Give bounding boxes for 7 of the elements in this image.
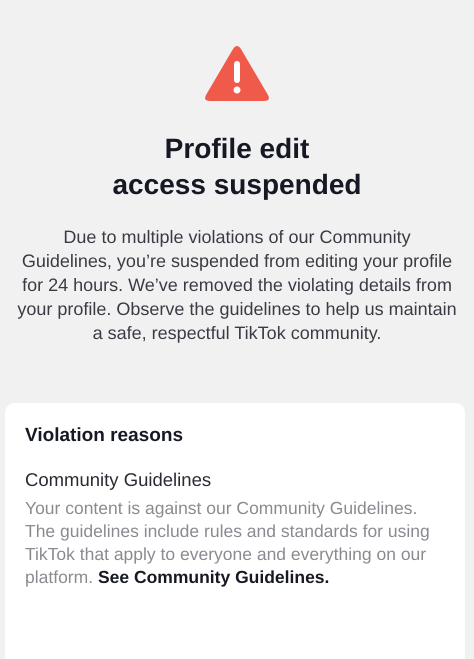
reason-title: Community Guidelines: [25, 469, 212, 491]
reason-description: Your content is against our Community Guidelines. The guidelines include rules and standards for using TikTok that apply to everyone and everything on our platform. See Community Guidelines.: [25, 497, 431, 589]
guidelines-link[interactable]: See Community Guidelines.: [98, 567, 330, 587]
card-heading: Violation reasons: [25, 425, 184, 447]
notice-title: Profile edit access suspended: [112, 132, 362, 202]
warning-icon: [205, 45, 269, 101]
notice-message: Due to multiple violations of our Community Guidelines, you’re suspended from editing your profile for 24 hours. We’ve removed the violating details from your profile. Observe the guidelines to help us maintain a safe, respectful TikTok community.: [17, 226, 457, 345]
